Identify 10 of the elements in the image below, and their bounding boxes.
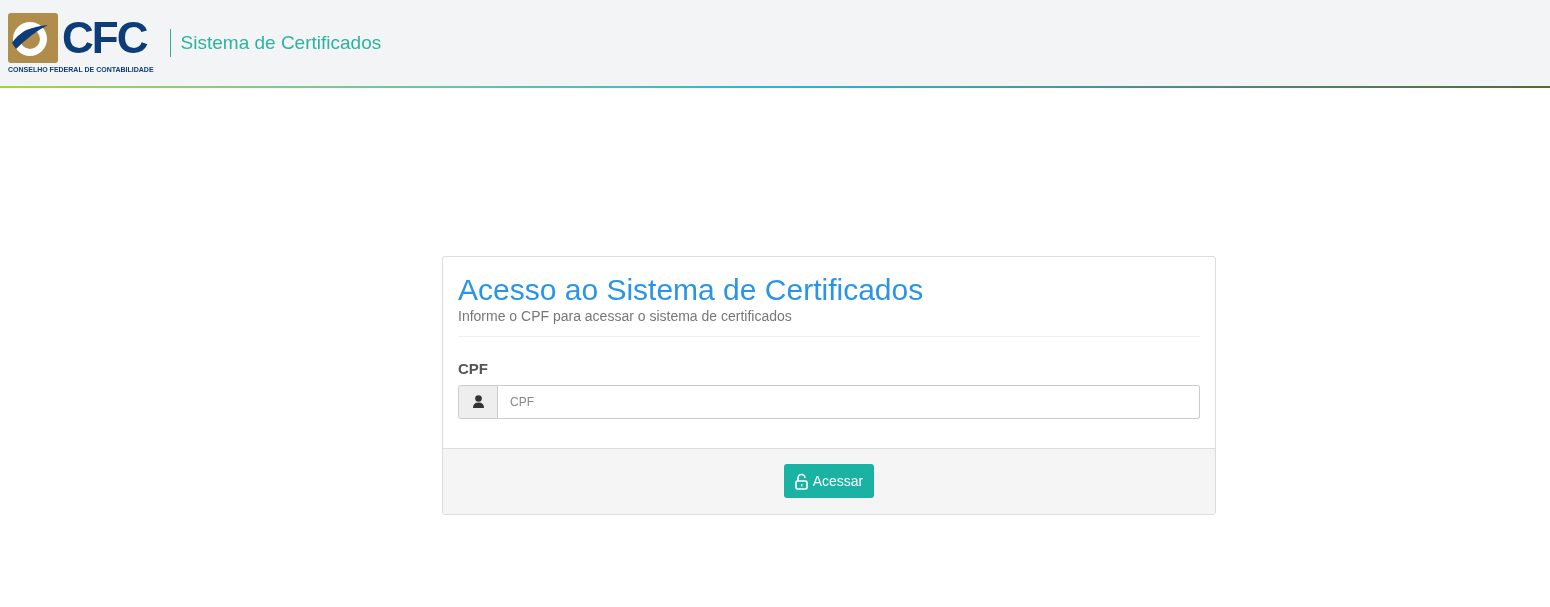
user-icon [472, 395, 484, 408]
card-title: Acesso ao Sistema de Certificados [458, 273, 925, 307]
field-label: CPF [458, 359, 489, 379]
gear-logo-icon [8, 13, 58, 63]
card-subtitle: Informe o CPF para acessar o sistema de certificados [458, 307, 793, 325]
logo-text: CFC [62, 16, 147, 60]
unlock-icon [794, 472, 808, 490]
system-title: Sistema de Certificados [180, 30, 382, 55]
cpf-field[interactable]: CPF [498, 384, 1200, 419]
access-button[interactable]: Acessar [783, 464, 875, 498]
